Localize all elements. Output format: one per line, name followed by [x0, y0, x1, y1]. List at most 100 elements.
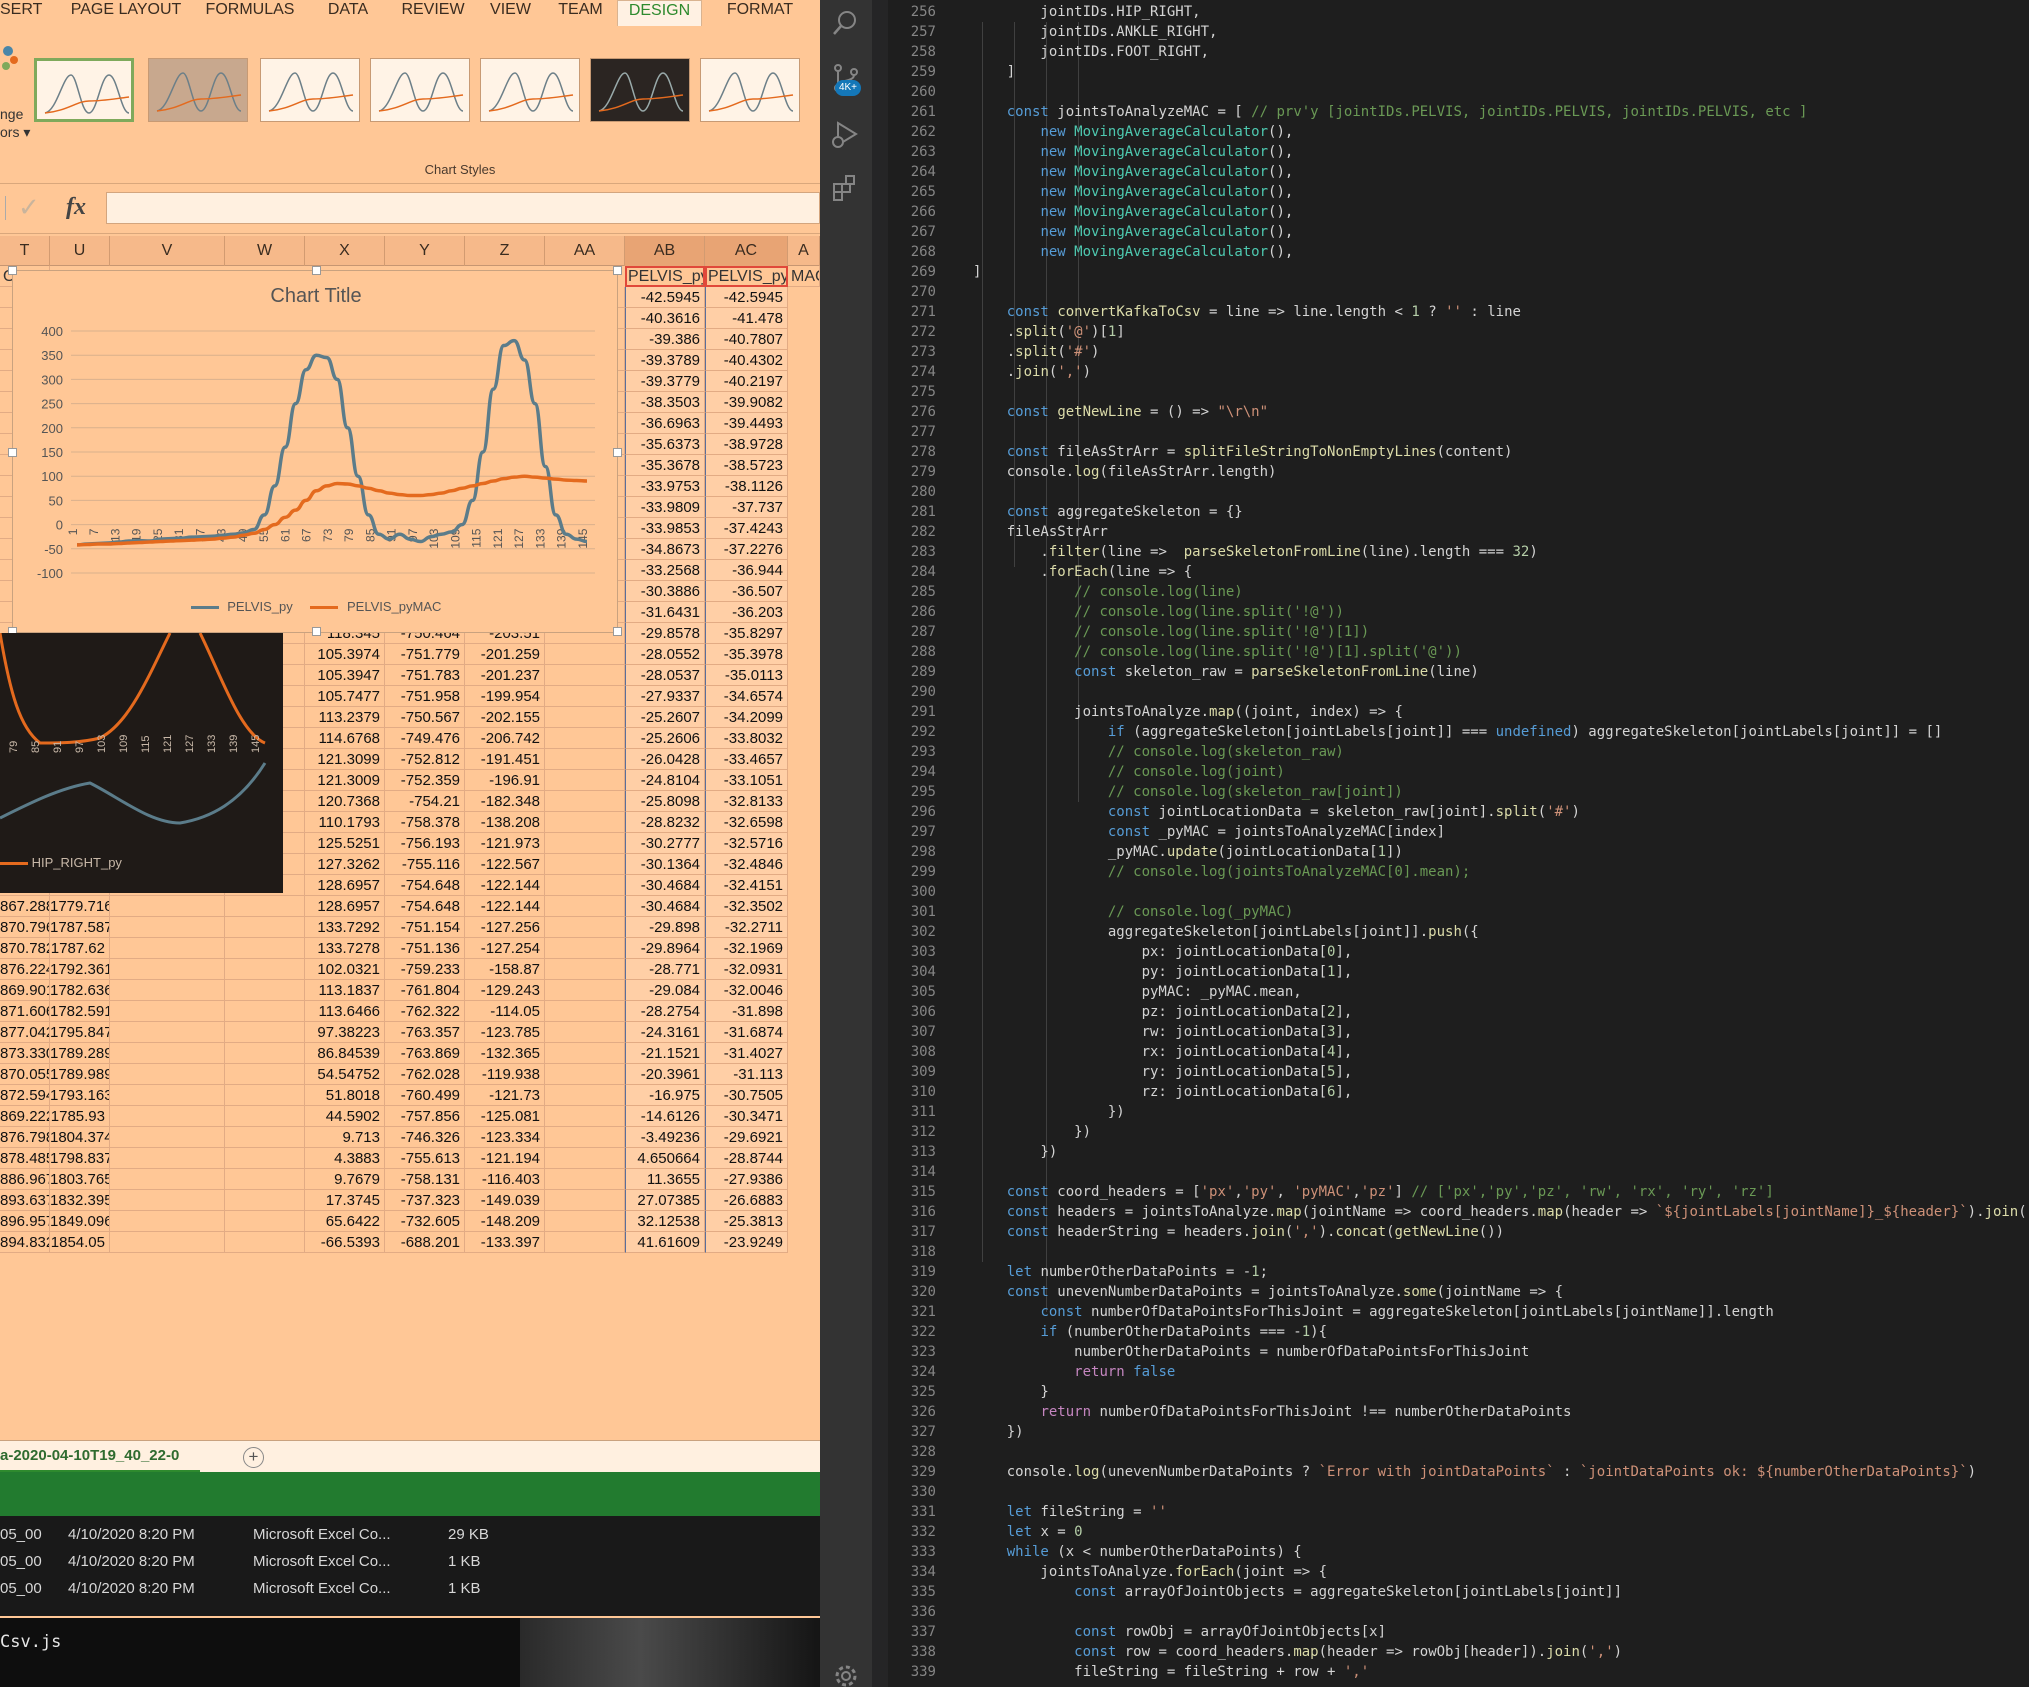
cell-z[interactable]: -127.254	[465, 938, 545, 959]
column-header-aa[interactable]: AA	[545, 236, 625, 266]
cell-x[interactable]: -66.5393	[305, 1232, 385, 1253]
cell-aa[interactable]	[545, 770, 625, 791]
code-line[interactable]: return false	[973, 1362, 1175, 1382]
code-line[interactable]: .forEach(line => {	[973, 562, 1192, 582]
cell-aa[interactable]	[545, 1232, 625, 1253]
ribbon-tab-page-layout[interactable]: PAGE LAYOUT	[66, 0, 186, 26]
code-line[interactable]: const _pyMAC = jointsToAnalyzeMAC[index]	[973, 822, 1445, 842]
cell-z[interactable]: -138.208	[465, 812, 545, 833]
cell-x[interactable]: 9.713	[305, 1127, 385, 1148]
cell-t[interactable]: 870.0558	[0, 1064, 50, 1085]
cell-ab[interactable]: 32.12538	[625, 1211, 705, 1232]
cell-z[interactable]: -132.365	[465, 1043, 545, 1064]
cell-ac[interactable]: -37.4243	[705, 518, 788, 539]
cell-z[interactable]: -123.785	[465, 1022, 545, 1043]
taskbar-file-label[interactable]: Csv.js	[0, 1632, 61, 1652]
cell-ac[interactable]: -37.2276	[705, 539, 788, 560]
cell-x[interactable]: 133.7278	[305, 938, 385, 959]
cell-w[interactable]	[225, 1106, 305, 1127]
code-line[interactable]: rw: jointLocationData[3],	[973, 1022, 1353, 1042]
code-line[interactable]: // console.log(joint)	[973, 762, 1285, 782]
cell-aa[interactable]	[545, 959, 625, 980]
ribbon-tab-view[interactable]: VIEW	[483, 0, 538, 26]
cell-ab[interactable]: -28.8232	[625, 812, 705, 833]
code-line[interactable]: new MovingAverageCalculator(),	[973, 242, 1293, 262]
ribbon-tab-design[interactable]: DESIGN	[617, 0, 702, 26]
cell-aa[interactable]	[545, 665, 625, 686]
cell-y[interactable]: -763.357	[385, 1022, 465, 1043]
code-line[interactable]: _pyMAC.update(jointLocationData[1])	[973, 842, 1403, 862]
cell-z[interactable]: -119.938	[465, 1064, 545, 1085]
cell-x[interactable]: 86.84539	[305, 1043, 385, 1064]
cell-z[interactable]: -158.87	[465, 959, 545, 980]
line-chart[interactable]: Chart Title 400 350 300 250 200 150 100 50 0 -50-…	[8, 266, 622, 636]
cell-aa[interactable]	[545, 1001, 625, 1022]
cell-y[interactable]: -751.779	[385, 644, 465, 665]
cell-v[interactable]	[110, 1211, 225, 1232]
code-line[interactable]: const skeleton_raw = parseSkeletonFromLi…	[973, 662, 1479, 682]
cell-aa[interactable]	[545, 1043, 625, 1064]
cell-ac[interactable]: -27.9386	[705, 1169, 788, 1190]
cell-x[interactable]: 102.0321	[305, 959, 385, 980]
cell-w[interactable]	[225, 1043, 305, 1064]
cell-y[interactable]: -750.567	[385, 707, 465, 728]
add-sheet-button[interactable]: +	[243, 1447, 264, 1468]
code-line[interactable]: while (x < numberOtherDataPoints) {	[973, 1542, 1302, 1562]
hip-right-chart[interactable]: 79 85 91 97 103 109 115 121 127 133 139 145 HIP_RIG…	[0, 633, 283, 893]
ribbon-tab-formulas[interactable]: FORMULAS	[200, 0, 300, 26]
chart-resize-handle[interactable]	[613, 627, 622, 636]
cell-ac[interactable]: -40.7807	[705, 329, 788, 350]
cell-u[interactable]: 1798.837	[50, 1148, 110, 1169]
cell-y[interactable]: -758.131	[385, 1169, 465, 1190]
cell-ab[interactable]: -28.2754	[625, 1001, 705, 1022]
cell-ac[interactable]: -39.9082	[705, 392, 788, 413]
cell-aa[interactable]	[545, 812, 625, 833]
cell-y[interactable]: -754.648	[385, 896, 465, 917]
cell-z[interactable]: -202.155	[465, 707, 545, 728]
cell-aa[interactable]	[545, 938, 625, 959]
cell-z[interactable]: -196.91	[465, 770, 545, 791]
cell-y[interactable]: -757.856	[385, 1106, 465, 1127]
cell-ac[interactable]: -29.6921	[705, 1127, 788, 1148]
cell-u[interactable]: 1782.636	[50, 980, 110, 1001]
cell-w[interactable]	[225, 1211, 305, 1232]
cell-y[interactable]: -754.21	[385, 791, 465, 812]
cell-z[interactable]: -201.259	[465, 644, 545, 665]
cell-x[interactable]: 105.7477	[305, 686, 385, 707]
cell-ac[interactable]: -32.4151	[705, 875, 788, 896]
header-cell[interactable]: PELVIS_py	[625, 266, 705, 287]
code-line[interactable]: .filter(line => parseSkeletonFromLine(li…	[973, 542, 1537, 562]
cell-y[interactable]: -761.804	[385, 980, 465, 1001]
cell-v[interactable]	[110, 1001, 225, 1022]
cell-ac[interactable]: -35.8297	[705, 623, 788, 644]
cell-z[interactable]: -121.973	[465, 833, 545, 854]
cell-ac[interactable]: -36.203	[705, 602, 788, 623]
cell-x[interactable]: 128.6957	[305, 896, 385, 917]
cell-ac[interactable]: -31.4027	[705, 1043, 788, 1064]
file-list-item[interactable]: 05_00 4/10/2020 8:20 PM Microsoft Excel Co…	[0, 1580, 820, 1602]
cell-ab[interactable]: -27.9337	[625, 686, 705, 707]
cell-x[interactable]: 133.7292	[305, 917, 385, 938]
code-line[interactable]: }	[973, 1382, 1048, 1402]
code-line[interactable]: // console.log(line.split('!@')[1].split…	[973, 642, 1462, 662]
code-line[interactable]: const coord_headers = ['px','py', 'pyMAC…	[973, 1182, 1774, 1202]
header-cell[interactable]: MAC	[788, 266, 820, 287]
cell-ab[interactable]: -16.975	[625, 1085, 705, 1106]
cell-ab[interactable]: -33.9809	[625, 497, 705, 518]
chart-resize-handle[interactable]	[613, 448, 622, 457]
cell-ac[interactable]: -40.2197	[705, 371, 788, 392]
code-line[interactable]: .join(',')	[973, 362, 1091, 382]
cell-ac[interactable]: -32.1969	[705, 938, 788, 959]
code-line[interactable]: // console.log(line)	[973, 582, 1243, 602]
code-line[interactable]: console.log(unevenNumberDataPoints ? `Er…	[973, 1462, 1976, 1482]
cell-aa[interactable]	[545, 1064, 625, 1085]
cell-ab[interactable]: -24.3161	[625, 1022, 705, 1043]
code-line[interactable]: if (numberOtherDataPoints === -1){	[973, 1322, 1327, 1342]
cell-aa[interactable]	[545, 1085, 625, 1106]
cell-x[interactable]: 9.7679	[305, 1169, 385, 1190]
cell-z[interactable]: -182.348	[465, 791, 545, 812]
code-line[interactable]: jointIDs.FOOT_RIGHT,	[973, 42, 1209, 62]
cell-t[interactable]: 876.2242	[0, 959, 50, 980]
series-line-pelvis-py[interactable]	[76, 338, 588, 547]
run-debug-icon[interactable]	[830, 118, 862, 150]
